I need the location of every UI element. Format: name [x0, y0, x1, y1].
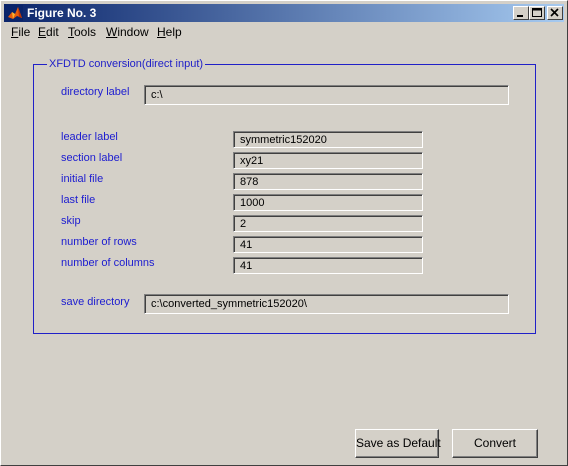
section-label: section label [61, 152, 123, 164]
convert-button[interactable]: Convert [452, 429, 538, 458]
directory-field[interactable]: c:\ [144, 85, 509, 105]
initial-file-field[interactable]: 878 [233, 173, 423, 190]
save-as-default-button[interactable]: Save as Default [355, 429, 441, 458]
columns-field[interactable]: 41 [233, 257, 423, 274]
menu-bar: File Edit Tools Window Help [4, 23, 564, 42]
minimize-icon [517, 15, 523, 17]
directory-label: directory label [61, 86, 130, 98]
maximize-button[interactable] [529, 6, 545, 20]
close-icon [550, 8, 559, 17]
section-field[interactable]: xy21 [233, 152, 423, 169]
skip-field[interactable]: 2 [233, 215, 423, 232]
menu-window[interactable]: Window [106, 25, 149, 40]
menu-file[interactable]: File [11, 25, 30, 40]
save-directory-field[interactable]: c:\converted_symmetric152020\ [144, 294, 509, 314]
leader-label: leader label [61, 131, 118, 143]
leader-field[interactable]: symmetric152020 [233, 131, 423, 148]
last-file-field[interactable]: 1000 [233, 194, 423, 211]
rows-label: number of rows [61, 236, 137, 248]
last-file-label: last file [61, 194, 96, 206]
close-button[interactable] [547, 6, 563, 20]
rows-field[interactable]: 41 [233, 236, 423, 253]
menu-tools[interactable]: Tools [68, 25, 96, 40]
columns-label: number of columns [61, 257, 155, 269]
window-title: Figure No. 3 [27, 6, 97, 20]
initial-file-label: initial file [61, 173, 104, 185]
title-bar[interactable]: Figure No. 3 [4, 4, 564, 22]
minimize-button[interactable] [513, 6, 529, 20]
maximize-icon [532, 8, 542, 17]
panel-title: XFDTD conversion(direct input) [47, 58, 206, 71]
skip-label: skip [61, 215, 81, 227]
figure-window: Figure No. 3 File Edit Tools Window Help… [0, 0, 568, 466]
menu-edit[interactable]: Edit [38, 25, 59, 40]
menu-help[interactable]: Help [157, 25, 182, 40]
matlab-logo-icon [7, 5, 23, 21]
save-directory-label: save directory [61, 296, 130, 308]
